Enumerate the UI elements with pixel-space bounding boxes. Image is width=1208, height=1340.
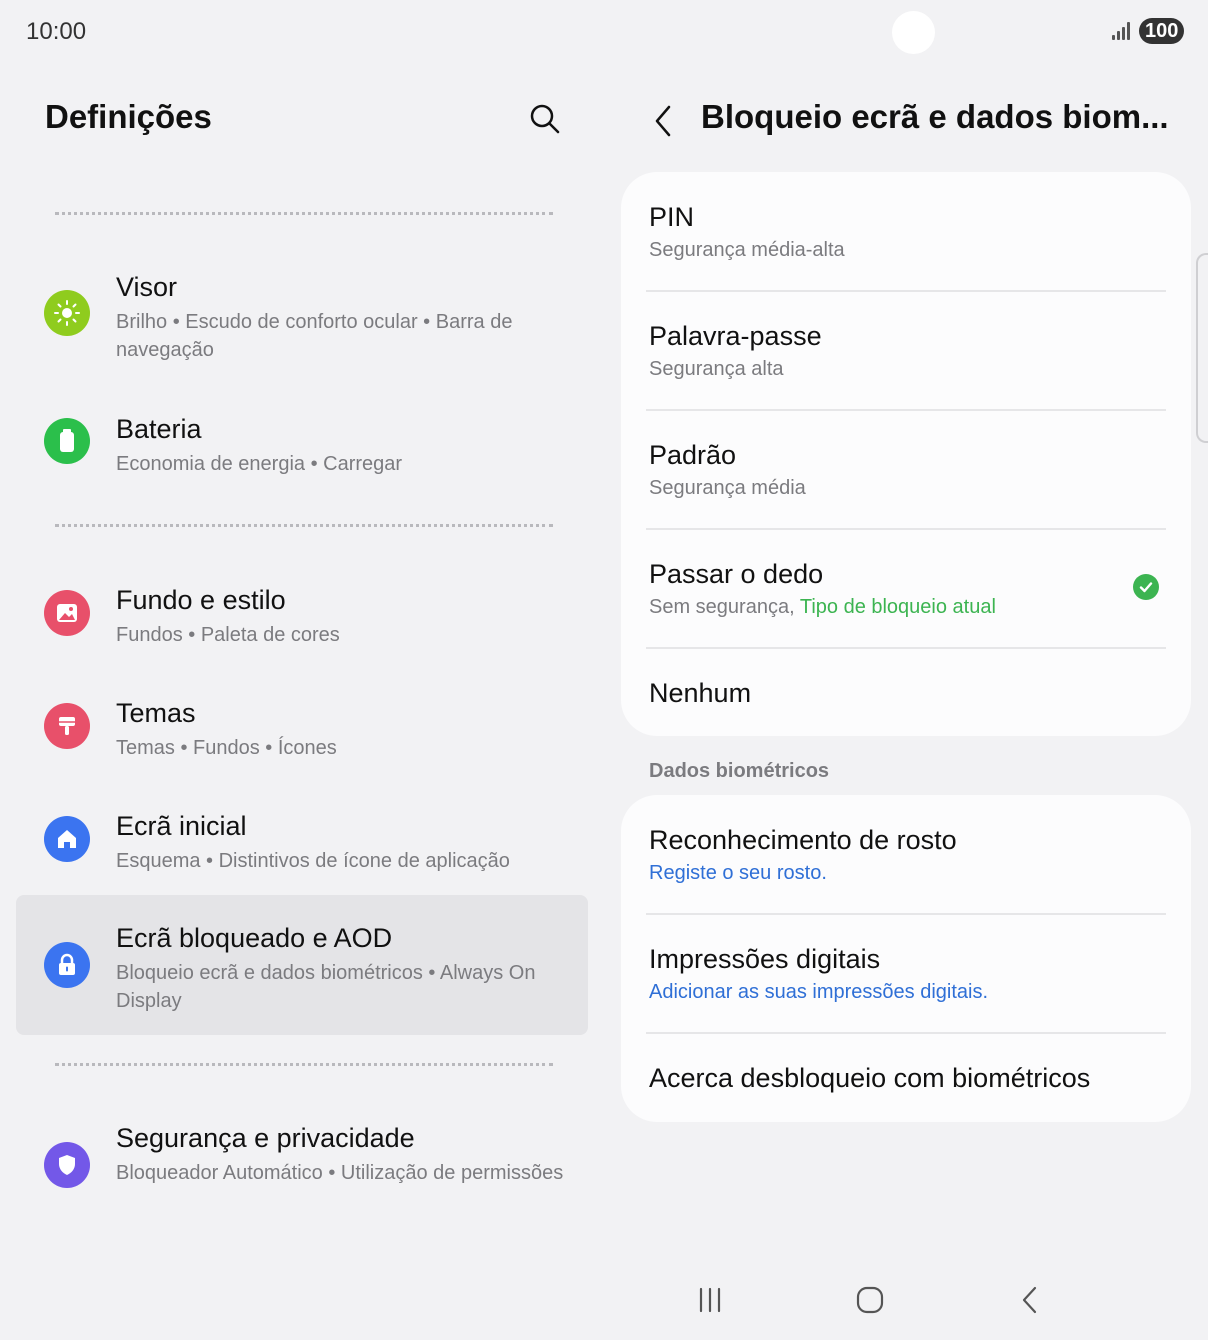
- setting-item-label: Ecrã inicial: [116, 811, 247, 841]
- home-button-icon: [856, 1286, 884, 1314]
- lock-type-label: PIN: [649, 202, 695, 232]
- biometric-label: Impressões digitais: [649, 944, 881, 974]
- recent-apps-button[interactable]: [685, 1277, 735, 1323]
- search-icon: [530, 104, 560, 134]
- lock-type-password[interactable]: Palavra-passe Segurança alta: [621, 291, 1191, 410]
- setting-item-summary: Temas • Fundos • Ícones: [116, 737, 337, 759]
- lock-type-pattern[interactable]: Padrão Segurança média: [621, 410, 1191, 529]
- setting-item-label: Ecrã bloqueado e AOD: [116, 923, 393, 953]
- setting-item-summary: Esquema • Distintivos de ícone de aplica…: [116, 850, 510, 872]
- back-arrow-icon: [655, 105, 671, 137]
- lock-type-none[interactable]: Nenhum: [621, 648, 1191, 736]
- status-time: 10:00: [26, 18, 87, 45]
- biometric-summary: Registe o seu rosto.: [649, 862, 827, 884]
- lock-type-pin[interactable]: PIN Segurança média-alta: [621, 172, 1191, 291]
- biometric-label: Reconhecimento de rosto: [649, 825, 957, 855]
- lock-type-label: Padrão: [649, 440, 737, 470]
- biometric-about[interactable]: Acerca desbloqueio com biométricos: [621, 1033, 1191, 1122]
- page-title: Bloqueio ecrã e dados biom...: [701, 98, 1169, 135]
- battery-icon: [44, 418, 90, 464]
- setting-item-label: Fundo e estilo: [116, 585, 286, 615]
- camera-cutout: [892, 11, 935, 54]
- lock-type-summary: Segurança média-alta: [649, 239, 845, 261]
- security-level: Sem segurança,: [649, 596, 795, 618]
- back-button[interactable]: [643, 98, 683, 144]
- setting-item-themes[interactable]: Temas Temas • Fundos • Ícones: [16, 684, 588, 768]
- setting-item-lock-screen[interactable]: Ecrã bloqueado e AOD Bloqueio ecrã e dad…: [16, 895, 588, 1035]
- search-button[interactable]: [522, 96, 568, 142]
- sun-icon: [44, 290, 90, 336]
- lock-type-summary: Segurança média: [649, 477, 806, 499]
- pane-resize-handle[interactable]: [1196, 253, 1208, 443]
- setting-item-label: Bateria: [116, 414, 202, 444]
- shield-icon: [44, 1142, 90, 1188]
- lock-type-card: PIN Segurança média-alta Palavra-passe S…: [621, 172, 1191, 736]
- group-divider: [55, 524, 553, 527]
- lock-type-summary: Sem segurança, Tipo de bloqueio atual: [649, 596, 996, 619]
- setting-item-summary: Economia de energia • Carregar: [116, 453, 403, 475]
- setting-item-summary: Brilho • Escudo de conforto ocular • Bar…: [116, 311, 513, 361]
- biometric-summary: Adicionar as suas impressões digitais.: [649, 981, 989, 1003]
- lock-icon: [44, 942, 90, 988]
- check-icon: [1133, 574, 1159, 600]
- setting-item-display[interactable]: Visor Brilho • Escudo de conforto ocular…: [16, 258, 588, 370]
- biometric-label: Acerca desbloqueio com biométricos: [649, 1063, 1091, 1093]
- group-divider: [55, 212, 553, 215]
- brush-icon: [44, 703, 90, 749]
- lock-type-label: Nenhum: [649, 678, 752, 708]
- setting-item-label: Segurança e privacidade: [116, 1123, 415, 1153]
- setting-item-label: Visor: [116, 272, 178, 302]
- setting-item-wallpaper[interactable]: Fundo e estilo Fundos • Paleta de cores: [16, 571, 588, 655]
- setting-item-label: Temas: [116, 698, 196, 728]
- setting-item-summary: Bloqueador Automático • Utilização de pe…: [116, 1162, 564, 1184]
- home-icon: [44, 816, 90, 862]
- nav-back-button[interactable]: [1005, 1277, 1055, 1323]
- group-divider: [55, 1063, 553, 1066]
- setting-item-summary: Fundos • Paleta de cores: [116, 624, 340, 646]
- signal-icon: [1112, 22, 1132, 40]
- lock-type-summary: Segurança alta: [649, 358, 784, 380]
- setting-item-battery[interactable]: Bateria Economia de energia • Carregar: [16, 400, 588, 484]
- biometric-fingerprints[interactable]: Impressões digitais Adicionar as suas im…: [621, 914, 1191, 1033]
- image-icon: [44, 590, 90, 636]
- setting-item-summary: Bloqueio ecrã e dados biométricos • Alwa…: [116, 962, 536, 1012]
- biometrics-card: Reconhecimento de rosto Registe o seu ro…: [621, 795, 1191, 1122]
- page-title: Definições: [45, 98, 212, 135]
- lock-type-swipe[interactable]: Passar o dedo Sem segurança, Tipo de blo…: [621, 529, 1191, 648]
- recent-apps-icon: [699, 1287, 721, 1313]
- battery-icon: 100: [1139, 18, 1185, 44]
- section-header-biometrics: Dados biométricos: [649, 760, 830, 782]
- biometric-face-recognition[interactable]: Reconhecimento de rosto Registe o seu ro…: [621, 795, 1191, 914]
- back-icon: [1022, 1286, 1037, 1314]
- current-lock-type-label: Tipo de bloqueio atual: [799, 596, 996, 618]
- lock-type-label: Passar o dedo: [649, 559, 824, 589]
- home-button[interactable]: [845, 1277, 895, 1323]
- setting-item-security-privacy[interactable]: Segurança e privacidade Bloqueador Autom…: [16, 1109, 588, 1221]
- lock-type-label: Palavra-passe: [649, 321, 822, 351]
- setting-item-home-screen[interactable]: Ecrã inicial Esquema • Distintivos de íc…: [16, 797, 588, 881]
